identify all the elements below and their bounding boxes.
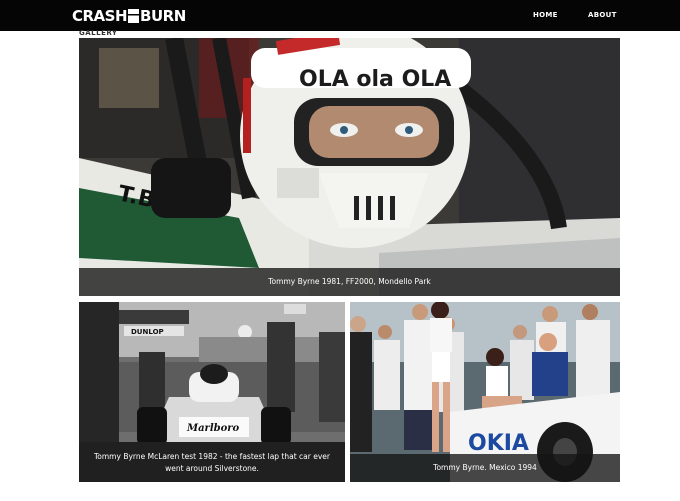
gallery-photo-mclaren[interactable]: DUNLOP Marlboro Tommy Byrne McLaren test… <box>79 302 345 482</box>
logo-text-right: BURN <box>140 7 186 25</box>
helmet-driver-photo: T.BYR OLA ola OLA <box>79 38 620 296</box>
site-logo[interactable]: CRASH BURN <box>72 7 186 25</box>
svg-text:OKIA: OKIA <box>468 431 529 456</box>
logo-glyph <box>128 9 140 23</box>
svg-text:Marlboro: Marlboro <box>186 423 240 434</box>
nav-link-about[interactable]: ABOUT <box>588 11 617 19</box>
svg-text:OLA ola OLA: OLA ola OLA <box>299 67 451 92</box>
gallery-photo-hero[interactable]: T.BYR OLA ola OLA Tommy Byrne 1981, FF20… <box>79 38 620 296</box>
nav-link-home[interactable]: HOME <box>533 11 558 19</box>
site-header: CRASH BURN HOME ABOUT <box>0 0 680 31</box>
gallery-photo-mexico[interactable]: OKIA Tommy Byrne. Mexico 1994 <box>350 302 620 482</box>
section-heading: GALLERY <box>79 29 118 37</box>
logo-text-left: CRASH <box>72 7 128 25</box>
photo-caption: Tommy Byrne. Mexico 1994 <box>350 454 620 482</box>
photo-caption: Tommy Byrne McLaren test 1982 - the fast… <box>79 442 345 482</box>
svg-text:DUNLOP: DUNLOP <box>131 328 164 336</box>
photo-caption: Tommy Byrne 1981, FF2000, Mondello Park <box>79 268 620 296</box>
